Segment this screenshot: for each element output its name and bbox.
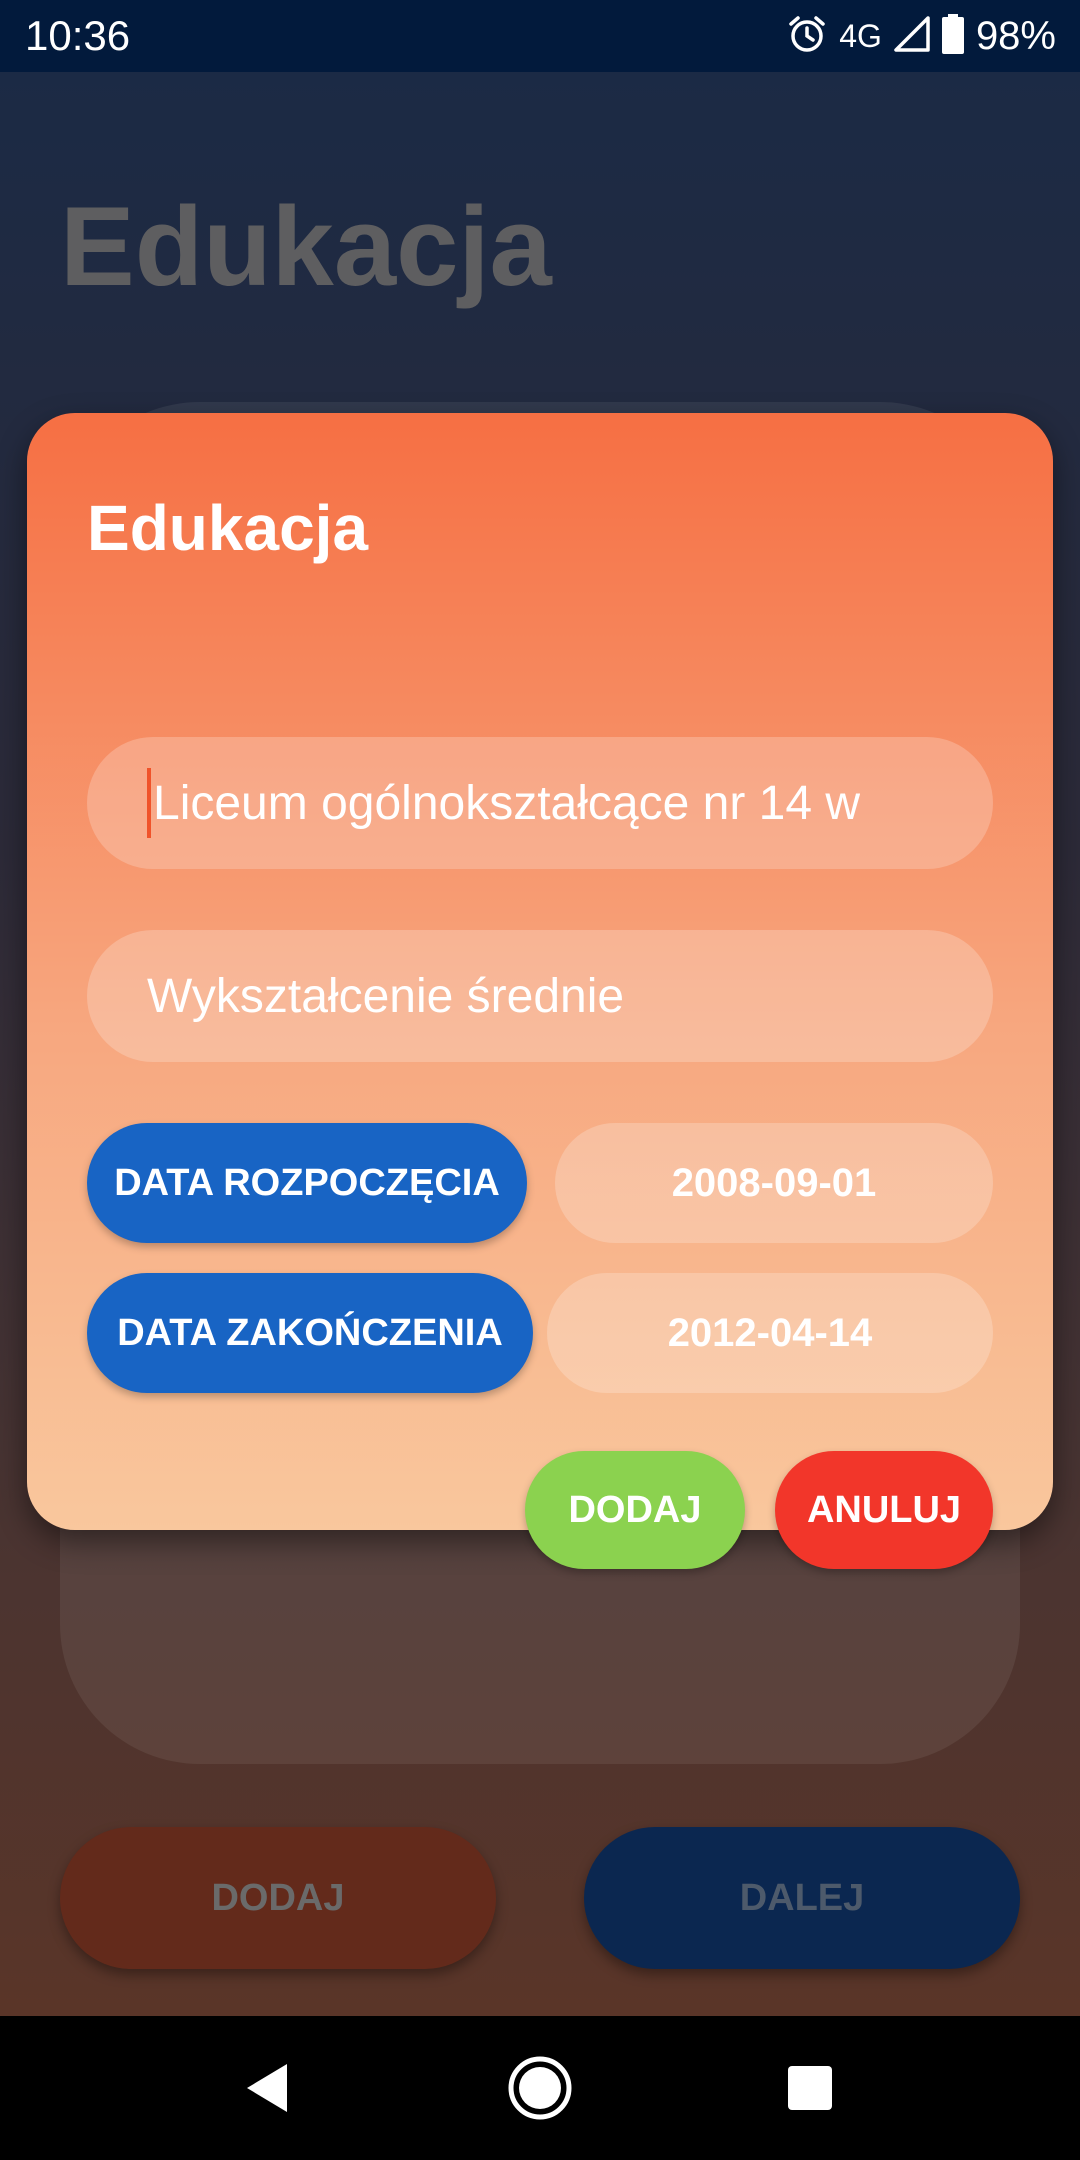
navigation-bar — [0, 2016, 1080, 2160]
status-icons: 4G 98% — [787, 10, 1056, 62]
school-name-value: Liceum ogólnokształcące nr 14 w — [153, 776, 861, 830]
add-button[interactable]: DODAJ — [525, 1451, 745, 1569]
status-time: 10:36 — [25, 12, 131, 59]
dialog-title: Edukacja — [87, 492, 369, 564]
end-date-value: 2012-04-14 — [547, 1273, 993, 1393]
status-bar: 10:36 4G 98% — [0, 0, 1080, 72]
cancel-button[interactable]: ANULUJ — [775, 1451, 993, 1569]
school-name-input[interactable]: Liceum ogólnokształcące nr 14 w — [87, 737, 993, 869]
start-date-button[interactable]: DATA ROZPOCZĘCIA — [87, 1123, 527, 1243]
education-dialog: Edukacja Liceum ogólnokształcące nr 14 w… — [27, 413, 1053, 1569]
end-date-button[interactable]: DATA ZAKOŃCZENIA — [87, 1273, 533, 1393]
network-type: 4G — [839, 17, 882, 54]
battery-icon — [941, 13, 964, 59]
battery-percent: 98% — [975, 13, 1056, 58]
start-date-value: 2008-09-01 — [555, 1123, 993, 1243]
page-title: Edukacja — [60, 184, 552, 309]
education-level-value: Wykształcenie średnie — [147, 969, 625, 1023]
background-next-button[interactable]: DALEJ — [584, 1827, 1020, 1969]
back-icon[interactable] — [231, 2052, 303, 2124]
alarm-icon — [787, 14, 827, 59]
background-add-button[interactable]: DODAJ — [60, 1827, 496, 1969]
recents-icon[interactable] — [774, 2052, 846, 2124]
home-icon[interactable] — [504, 2052, 576, 2124]
education-level-input[interactable]: Wykształcenie średnie — [87, 930, 993, 1062]
signal-icon — [894, 15, 930, 57]
text-cursor — [147, 768, 151, 838]
